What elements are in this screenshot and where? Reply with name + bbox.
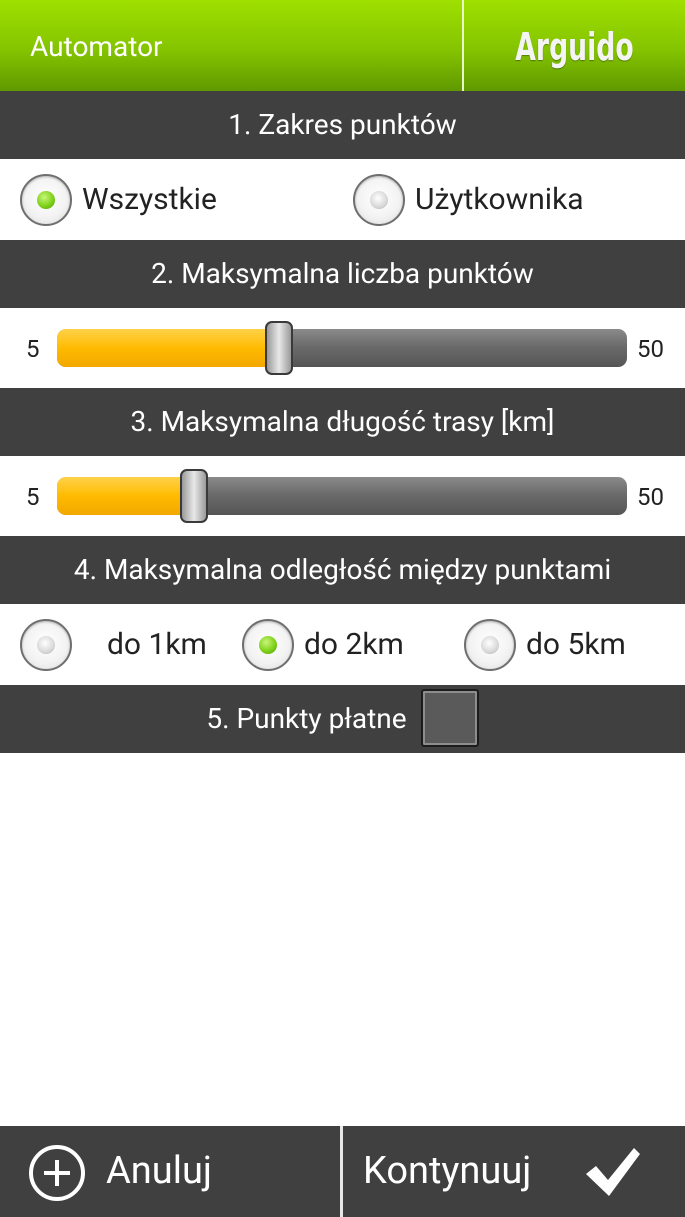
radio-5km-label[interactable]: do 5km (526, 625, 626, 665)
radio-dot-icon (481, 636, 499, 654)
distance-options-row: do 1km do 2km do 5km (0, 604, 685, 684)
radio-all[interactable] (20, 174, 72, 226)
app-header: Automator Arguido (0, 0, 685, 91)
radio-dot-icon (370, 191, 388, 209)
radio-all-label[interactable]: Wszystkie (82, 180, 217, 220)
max-points-slider-row: 5 50 (0, 308, 685, 388)
paid-points-label: 5. Punkty płatne (206, 702, 407, 735)
range-options-row: Wszystkie Użytkownika (0, 159, 685, 239)
max-points-slider-track[interactable] (57, 329, 627, 367)
bottom-action-bar: Anuluj Kontynuuj (0, 1126, 685, 1217)
app-title: Automator (30, 30, 163, 63)
radio-dot-icon (37, 636, 55, 654)
radio-5km[interactable] (464, 619, 516, 671)
plus-circle-icon[interactable] (29, 1145, 85, 1201)
max-length-slider-row: 5 50 (0, 456, 685, 536)
section-header-distance: 4. Maksymalna odległość między punktami (0, 536, 685, 604)
radio-2km[interactable] (242, 619, 294, 671)
section-header-paid-points: 5. Punkty płatne (0, 685, 685, 753)
continue-button[interactable]: Kontynuuj (363, 1126, 531, 1217)
section-header-range: 1. Zakres punktów (0, 91, 685, 159)
max-length-slider-track[interactable] (57, 477, 627, 515)
section-header-max-points: 2. Maksymalna liczba punktów (0, 240, 685, 308)
checkmark-icon[interactable] (582, 1144, 644, 1200)
footer-divider (340, 1126, 343, 1217)
section-header-max-length: 3. Maksymalna długość trasy [km] (0, 388, 685, 456)
paid-points-checkbox[interactable] (420, 688, 479, 747)
slider-min-label: 5 (26, 335, 40, 363)
max-points-slider-thumb[interactable] (265, 321, 294, 375)
radio-1km[interactable] (20, 619, 72, 671)
cancel-button[interactable]: Anuluj (106, 1126, 212, 1217)
max-length-slider-fill (57, 477, 194, 515)
max-length-slider-thumb[interactable] (179, 469, 208, 523)
radio-1km-label[interactable]: do 1km (107, 625, 207, 665)
radio-user-label[interactable]: Użytkownika (415, 180, 584, 220)
slider-max-label: 50 (637, 335, 664, 363)
max-points-slider-fill (57, 329, 280, 367)
header-divider (462, 0, 464, 91)
brand-logo: Arguido (515, 25, 634, 69)
slider-min-label: 5 (26, 483, 40, 511)
slider-max-label: 50 (637, 483, 664, 511)
radio-user[interactable] (353, 174, 405, 226)
radio-dot-icon (259, 636, 277, 654)
radio-2km-label[interactable]: do 2km (304, 625, 404, 665)
radio-dot-icon (37, 191, 55, 209)
